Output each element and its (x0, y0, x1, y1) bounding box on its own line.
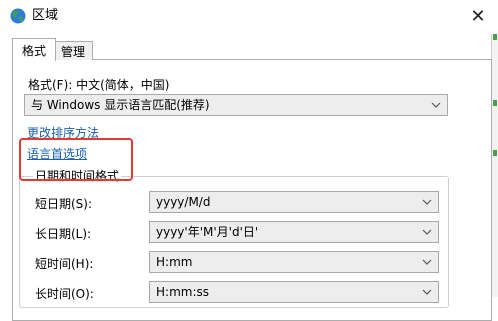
background-window-strip (491, 0, 498, 297)
short-time-dropdown[interactable]: H:mm (149, 251, 439, 273)
short-time-value: H:mm (156, 255, 193, 269)
short-date-value: yyyy/M/d (156, 195, 211, 209)
window-title: 区域 (32, 8, 59, 23)
chevron-down-icon (422, 259, 432, 265)
long-date-label: 长日期(L): (35, 227, 92, 241)
long-date-dropdown[interactable]: yyyy'年'M'月'd'日' (149, 221, 439, 243)
close-icon: ✕ (470, 5, 486, 27)
long-date-value: yyyy'年'M'月'd'日' (156, 225, 259, 239)
highlight-annotation (19, 138, 133, 181)
format-dropdown-value: 与 Windows 显示语言匹配(推荐) (31, 98, 210, 112)
background-marker (493, 34, 497, 40)
tab-manage[interactable]: 管理 (54, 41, 93, 60)
format-dropdown[interactable]: 与 Windows 显示语言匹配(推荐) (24, 94, 448, 116)
long-time-label: 长时间(O): (35, 287, 94, 301)
short-date-label: 短日期(S): (35, 197, 93, 211)
chevron-down-icon (422, 289, 432, 295)
short-date-dropdown[interactable]: yyyy/M/d (149, 191, 439, 213)
short-time-label: 短时间(H): (35, 257, 94, 271)
format-label: 格式(F): 中文(简体，中国) (28, 78, 170, 92)
chevron-down-icon (431, 102, 441, 108)
long-time-dropdown[interactable]: H:mm:ss (149, 281, 439, 303)
background-marker (493, 150, 497, 156)
title-bar: 区域 ✕ (0, 0, 498, 34)
chevron-down-icon (422, 199, 432, 205)
globe-icon (10, 8, 26, 24)
close-button[interactable]: ✕ (458, 0, 498, 32)
chevron-down-icon (422, 229, 432, 235)
background-marker (493, 100, 497, 106)
tab-format[interactable]: 格式 (12, 38, 56, 61)
